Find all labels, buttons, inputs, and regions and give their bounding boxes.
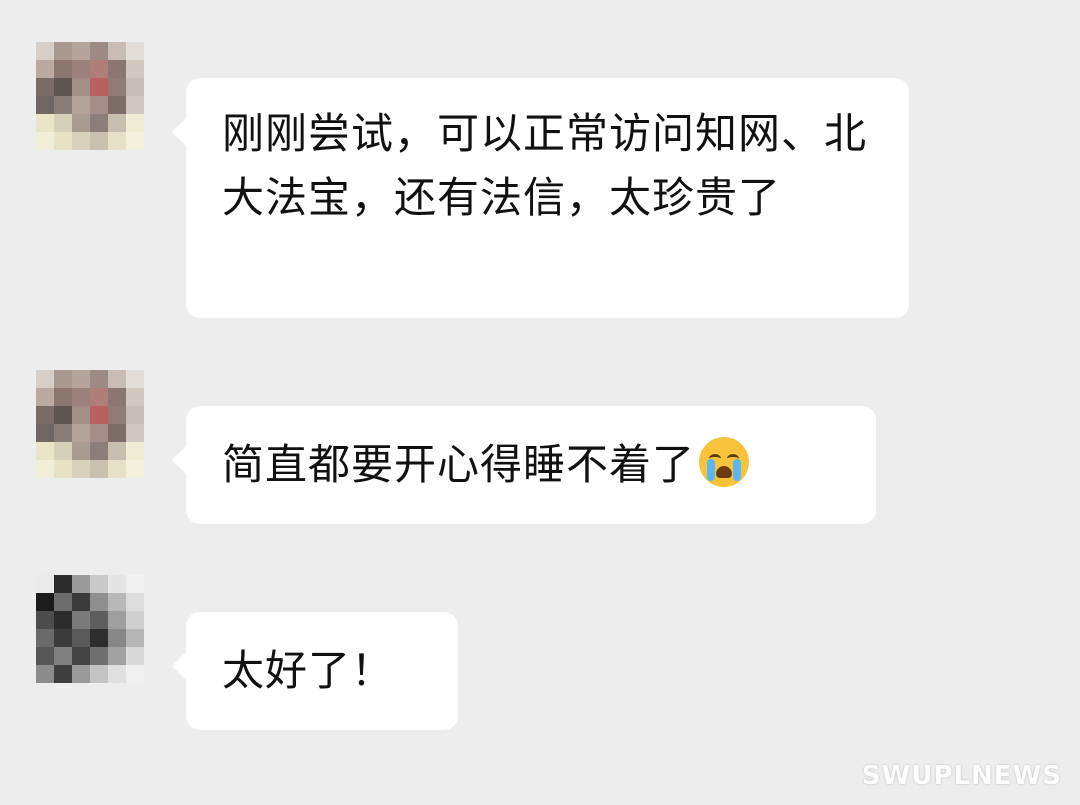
sender-avatar-3[interactable]	[36, 575, 144, 683]
message-bubble-2[interactable]: 简直都要开心得睡不着了	[172, 406, 876, 524]
chat-area: 刚刚尝试，可以正常访问知网、北大法宝，还有法信，太珍贵了 简直都要开心得睡不着了…	[0, 0, 1080, 805]
watermark-logo: SWUPLNEWS	[861, 761, 1062, 791]
sender-avatar-2[interactable]	[36, 370, 144, 478]
loudly-crying-face-icon	[699, 437, 750, 487]
message-text-1: 刚刚尝试，可以正常访问知网、北大法宝，还有法信，太珍贵了	[222, 109, 868, 222]
message-bubble-3[interactable]: 太好了！	[172, 612, 458, 730]
message-bubble-1[interactable]: 刚刚尝试，可以正常访问知网、北大法宝，还有法信，太珍贵了	[172, 78, 909, 318]
message-text-2: 简直都要开心得睡不着了	[222, 440, 696, 489]
message-text-3: 太好了！	[222, 646, 395, 695]
sender-avatar-1[interactable]	[36, 42, 144, 150]
